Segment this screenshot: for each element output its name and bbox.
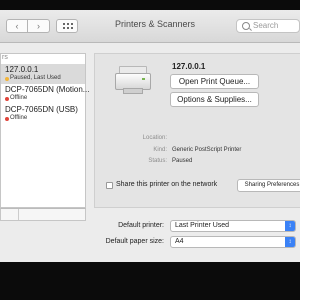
status-dot-icon [5,77,9,81]
printer-item[interactable]: DCP-7065DN (Motion... Offline [1,84,89,104]
search-icon [242,22,250,30]
show-all-button[interactable] [56,19,78,33]
forward-button[interactable]: › [28,19,50,33]
kind-value: Generic PostScript Printer [172,147,242,153]
printer-item[interactable]: DCP-7065DN (USB) Offline [1,104,85,124]
updown-chevron-icon: ↕ [285,221,295,231]
divider [18,209,19,220]
printer-item-status: Paused, Last Used [10,75,61,81]
options-supplies-button[interactable]: Options & Supplies... [170,92,259,107]
status-dot-icon [5,97,9,101]
printer-item-status: Offline [10,95,28,101]
printer-icon [115,64,151,96]
open-print-queue-button[interactable]: Open Print Queue... [170,74,259,89]
default-paper-select[interactable]: A4 ↕ [170,236,296,248]
back-button[interactable]: ‹ [6,19,28,33]
search-field[interactable]: Search [236,19,300,33]
default-printer-label: Default printer: [118,222,164,229]
default-paper-value: A4 [175,238,184,245]
printer-name: 127.0.0.1 [172,62,206,71]
chevron-left-icon: ‹ [15,21,19,31]
printer-item[interactable]: 127.0.0.1 Paused, Last Used [1,64,85,84]
share-printer-label: Share this printer on the network [116,181,218,188]
status-dot-icon [5,117,9,121]
printer-item-name: DCP-7065DN (Motion... [5,85,90,94]
status-label: Status: [148,158,167,164]
window-title: Printers & Scanners [114,19,196,29]
updown-chevron-icon: ↕ [285,237,295,247]
printers-list-header: rs [2,54,8,61]
location-label: Location: [142,135,167,141]
printers-scanners-window: ‹ › Printers & Scanners Search rs 127.0.… [0,10,300,262]
share-printer-checkbox[interactable] [106,182,113,189]
printer-detail-panel: 127.0.0.1 Open Print Queue... Options & … [94,53,300,208]
top-black-border [0,0,300,10]
default-printer-value: Last Printer Used [175,222,230,229]
printer-item-status: Offline [10,115,28,121]
sharing-preferences-button[interactable]: Sharing Preferences [237,179,300,192]
chevron-right-icon: › [37,21,40,31]
search-placeholder: Search [253,21,279,30]
kind-label: Kind: [153,147,167,153]
printer-list: rs 127.0.0.1 Paused, Last Used DCP-7065D… [0,53,89,208]
default-printer-select[interactable]: Last Printer Used ↕ [170,220,296,232]
bottom-black-border [0,262,300,300]
titlebar: ‹ › Printers & Scanners Search [0,10,300,43]
add-remove-bar[interactable] [0,208,86,221]
printer-item-name: 127.0.0.1 [5,65,39,74]
status-value: Paused [172,158,193,164]
nav-buttons: ‹ › [6,19,52,33]
default-paper-label: Default paper size: [105,238,164,245]
printer-item-name: DCP-7065DN (USB) [5,105,78,114]
